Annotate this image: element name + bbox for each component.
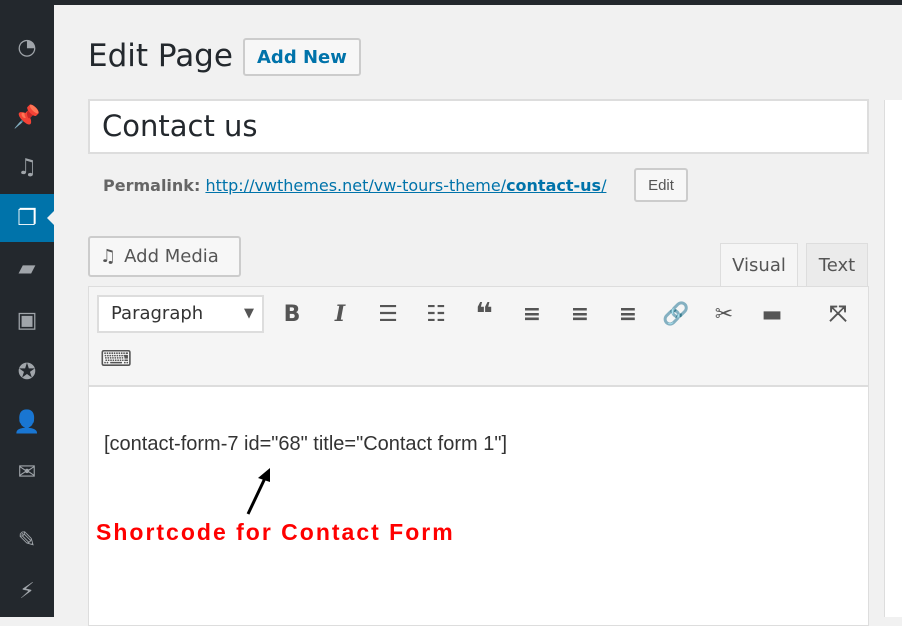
editor: Paragraph ▼ B I ☰ ☷ ❝ ≡ ≡ ≡ 🔗 ✂ ▬ ⤧ ⌨ [co… bbox=[88, 286, 869, 626]
arrow-icon bbox=[246, 468, 270, 515]
mail-icon[interactable]: ✉ bbox=[0, 448, 54, 496]
align-left-icon[interactable]: ≡ bbox=[515, 297, 549, 331]
fullscreen-icon[interactable]: ⤧ bbox=[821, 297, 855, 331]
user-icon[interactable]: 👤 bbox=[0, 398, 54, 446]
permalink-link[interactable]: http://vwthemes.net/vw-tours-theme/conta… bbox=[205, 176, 606, 195]
page-title: Edit Page bbox=[88, 38, 233, 74]
numbered-list-icon[interactable]: ☷ bbox=[419, 297, 453, 331]
permalink-end: / bbox=[601, 176, 607, 195]
permalink-slug: contact-us bbox=[506, 176, 602, 195]
admin-sidebar: ◔ 📌 ♫ ❐ ▰ ▣ ✪ 👤 ✉ ✎ ⚡ bbox=[0, 0, 54, 617]
pin-icon[interactable]: 📌 bbox=[0, 93, 54, 141]
format-select[interactable]: Paragraph ▼ bbox=[97, 295, 264, 333]
admin-bar bbox=[0, 0, 902, 5]
bullet-list-icon[interactable]: ☰ bbox=[371, 297, 405, 331]
annotation-text: Shortcode for Contact Form bbox=[96, 519, 455, 545]
media-icon[interactable]: ♫ bbox=[0, 143, 54, 191]
blockquote-icon[interactable]: ❝ bbox=[467, 297, 501, 332]
bold-icon[interactable]: B bbox=[275, 297, 309, 331]
tab-visual[interactable]: Visual bbox=[720, 243, 798, 287]
appearance-icon[interactable]: ✎ bbox=[0, 516, 54, 564]
title-input[interactable]: Contact us bbox=[88, 99, 869, 154]
editor-toolbar: Paragraph ▼ B I ☰ ☷ ❝ ≡ ≡ ≡ 🔗 ✂ ▬ ⤧ ⌨ bbox=[89, 287, 868, 387]
edit-permalink-button[interactable]: Edit bbox=[634, 168, 688, 202]
permalink-label: Permalink: bbox=[103, 176, 201, 195]
format-value: Paragraph bbox=[111, 303, 204, 324]
tab-text[interactable]: Text bbox=[806, 243, 868, 287]
link-icon[interactable]: 🔗 bbox=[659, 297, 693, 331]
comments-icon[interactable]: ▰ bbox=[0, 244, 54, 292]
award-icon[interactable]: ✪ bbox=[0, 348, 54, 396]
italic-icon[interactable]: I bbox=[323, 297, 357, 331]
permalink: Permalink: http://vwthemes.net/vw-tours-… bbox=[103, 176, 606, 195]
toolbar-toggle-icon[interactable]: ⌨ bbox=[99, 342, 133, 376]
chevron-down-icon: ▼ bbox=[244, 306, 254, 321]
permalink-base: http://vwthemes.net/vw-tours-theme/ bbox=[205, 176, 507, 195]
read-more-icon[interactable]: ▬ bbox=[755, 297, 789, 331]
align-center-icon[interactable]: ≡ bbox=[563, 297, 597, 331]
add-media-label: Add Media bbox=[124, 246, 219, 267]
plugins-icon[interactable]: ⚡ bbox=[0, 567, 54, 615]
gallery-icon[interactable]: ▣ bbox=[0, 296, 54, 344]
unlink-icon[interactable]: ✂ bbox=[707, 297, 741, 331]
editor-content[interactable]: [contact-form-7 id="68" title="Contact f… bbox=[104, 433, 507, 456]
dashboard-icon[interactable]: ◔ bbox=[0, 23, 54, 71]
align-right-icon[interactable]: ≡ bbox=[611, 297, 645, 331]
add-media-button[interactable]: ♫ Add Media bbox=[88, 236, 241, 277]
media-icon: ♫ bbox=[100, 246, 117, 267]
add-new-button[interactable]: Add New bbox=[243, 38, 361, 76]
pages-icon[interactable]: ❐ bbox=[0, 194, 54, 242]
side-panel bbox=[884, 100, 902, 617]
